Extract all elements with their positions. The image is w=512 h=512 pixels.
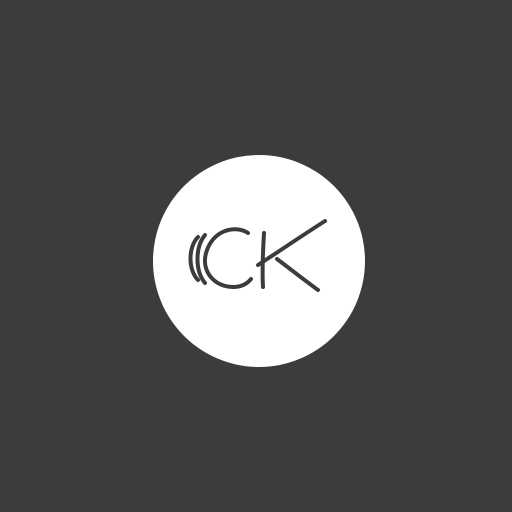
app-canvas (0, 0, 512, 512)
ck-monogram-icon (188, 219, 327, 292)
logo-badge (153, 155, 365, 367)
